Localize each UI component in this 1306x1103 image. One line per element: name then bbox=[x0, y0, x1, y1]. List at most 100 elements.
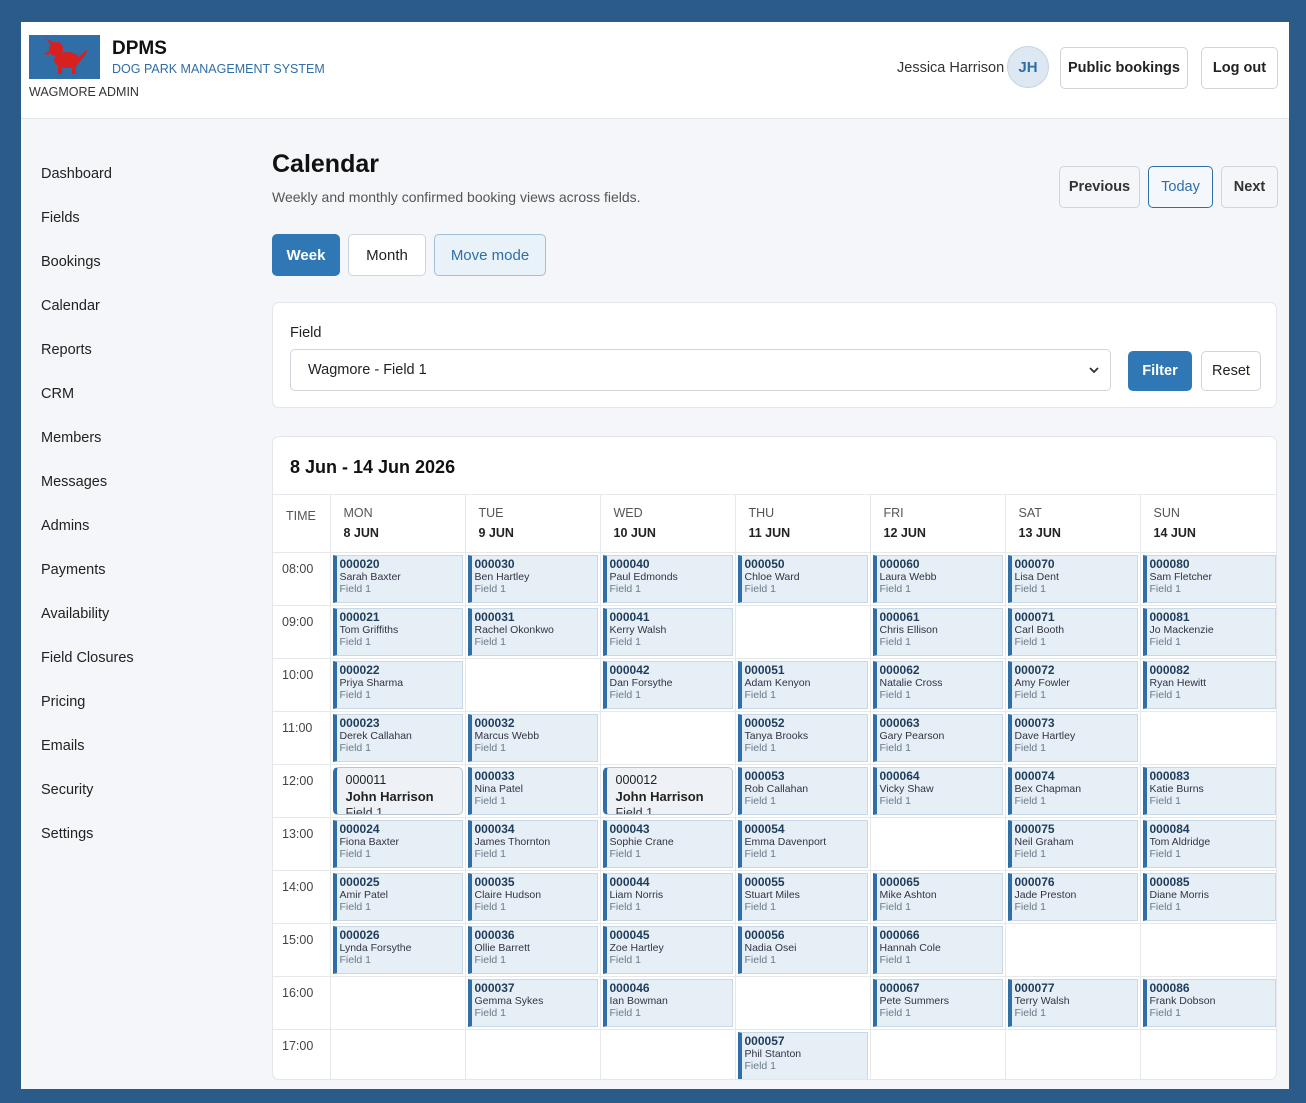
booking-block[interactable]: 000050 Chloe Ward Field 1 bbox=[737, 555, 868, 603]
sidebar-item-emails[interactable]: Emails bbox=[41, 724, 231, 768]
avatar[interactable]: JH bbox=[1007, 46, 1049, 88]
calendar-cell[interactable]: 000045 Zoe Hartley Field 1 bbox=[599, 923, 735, 977]
calendar-cell[interactable]: 000024 Fiona Baxter Field 1 bbox=[329, 817, 465, 871]
calendar-cell[interactable]: 000057 Phil Stanton Field 1 bbox=[734, 1029, 870, 1079]
public-bookings-button[interactable]: Public bookings bbox=[1060, 47, 1188, 89]
booking-block[interactable]: 000030 Ben Hartley Field 1 bbox=[467, 555, 598, 603]
calendar-cell[interactable]: 000055 Stuart Miles Field 1 bbox=[734, 870, 870, 924]
calendar-cell[interactable]: 000052 Tanya Brooks Field 1 bbox=[734, 711, 870, 765]
calendar-cell[interactable]: 000040 Paul Edmonds Field 1 bbox=[599, 552, 735, 606]
filter-button[interactable]: Filter bbox=[1128, 351, 1192, 391]
calendar-cell[interactable]: 000083 Katie Burns Field 1 bbox=[1139, 764, 1276, 818]
calendar-cell[interactable]: 000072 Amy Fowler Field 1 bbox=[1004, 658, 1140, 712]
booking-block[interactable]: 000022 Priya Sharma Field 1 bbox=[332, 661, 463, 709]
booking-block[interactable]: 000041 Kerry Walsh Field 1 bbox=[602, 608, 733, 656]
booking-block[interactable]: 000066 Hannah Cole Field 1 bbox=[872, 926, 1003, 974]
calendar-cell[interactable]: 000037 Gemma Sykes Field 1 bbox=[464, 976, 600, 1030]
move-mode-button[interactable]: Move mode bbox=[434, 234, 546, 276]
booking-block[interactable]: 000052 Tanya Brooks Field 1 bbox=[737, 714, 868, 762]
booking-block[interactable]: 000067 Pete Summers Field 1 bbox=[872, 979, 1003, 1027]
booking-block[interactable]: 000035 Claire Hudson Field 1 bbox=[467, 873, 598, 921]
calendar-cell[interactable]: 000053 Rob Callahan Field 1 bbox=[734, 764, 870, 818]
today-button[interactable]: Today bbox=[1148, 166, 1213, 208]
calendar-cell[interactable] bbox=[464, 1029, 600, 1079]
booking-block[interactable]: 000021 Tom Griffiths Field 1 bbox=[332, 608, 463, 656]
booking-block[interactable]: 000054 Emma Davenport Field 1 bbox=[737, 820, 868, 868]
calendar-cell[interactable]: 000080 Sam Fletcher Field 1 bbox=[1139, 552, 1276, 606]
calendar-cell[interactable]: 000077 Terry Walsh Field 1 bbox=[1004, 976, 1140, 1030]
calendar-cell[interactable]: 000032 Marcus Webb Field 1 bbox=[464, 711, 600, 765]
calendar-cell[interactable] bbox=[734, 976, 870, 1030]
calendar-cell[interactable]: 000081 Jo Mackenzie Field 1 bbox=[1139, 605, 1276, 659]
calendar-cell[interactable]: 000086 Frank Dobson Field 1 bbox=[1139, 976, 1276, 1030]
calendar-cell[interactable]: 000011 John Harrison Field 1 bbox=[329, 764, 465, 818]
calendar-cell[interactable]: 000023 Derek Callahan Field 1 bbox=[329, 711, 465, 765]
reset-button[interactable]: Reset bbox=[1201, 351, 1261, 391]
booking-block[interactable]: 000043 Sophie Crane Field 1 bbox=[602, 820, 733, 868]
sidebar-item-settings[interactable]: Settings bbox=[41, 812, 231, 856]
booking-block[interactable]: 000044 Liam Norris Field 1 bbox=[602, 873, 733, 921]
calendar-cell[interactable]: 000074 Bex Chapman Field 1 bbox=[1004, 764, 1140, 818]
booking-block[interactable]: 000084 Tom Aldridge Field 1 bbox=[1142, 820, 1276, 868]
sidebar-item-pricing[interactable]: Pricing bbox=[41, 680, 231, 724]
logout-button[interactable]: Log out bbox=[1201, 47, 1278, 89]
calendar-cell[interactable]: 000033 Nina Patel Field 1 bbox=[464, 764, 600, 818]
booking-block[interactable]: 000011 John Harrison Field 1 bbox=[332, 767, 463, 815]
calendar-cell[interactable] bbox=[734, 605, 870, 659]
sidebar-item-fields[interactable]: Fields bbox=[41, 196, 231, 240]
booking-block[interactable]: 000036 Ollie Barrett Field 1 bbox=[467, 926, 598, 974]
booking-block[interactable]: 000060 Laura Webb Field 1 bbox=[872, 555, 1003, 603]
booking-block[interactable]: 000023 Derek Callahan Field 1 bbox=[332, 714, 463, 762]
calendar-cell[interactable]: 000043 Sophie Crane Field 1 bbox=[599, 817, 735, 871]
calendar-cell[interactable]: 000020 Sarah Baxter Field 1 bbox=[329, 552, 465, 606]
sidebar-item-messages[interactable]: Messages bbox=[41, 460, 231, 504]
previous-button[interactable]: Previous bbox=[1059, 166, 1140, 208]
field-select[interactable]: Wagmore - Field 1 bbox=[290, 349, 1111, 391]
sidebar-item-crm[interactable]: CRM bbox=[41, 372, 231, 416]
booking-block[interactable]: 000031 Rachel Okonkwo Field 1 bbox=[467, 608, 598, 656]
calendar-cell[interactable] bbox=[1004, 1029, 1140, 1079]
calendar-cell[interactable]: 000060 Laura Webb Field 1 bbox=[869, 552, 1005, 606]
calendar-cell[interactable]: 000030 Ben Hartley Field 1 bbox=[464, 552, 600, 606]
booking-block[interactable]: 000045 Zoe Hartley Field 1 bbox=[602, 926, 733, 974]
calendar-cell[interactable]: 000067 Pete Summers Field 1 bbox=[869, 976, 1005, 1030]
booking-block[interactable]: 000071 Carl Booth Field 1 bbox=[1007, 608, 1138, 656]
booking-block[interactable]: 000081 Jo Mackenzie Field 1 bbox=[1142, 608, 1276, 656]
booking-block[interactable]: 000065 Mike Ashton Field 1 bbox=[872, 873, 1003, 921]
calendar-cell[interactable] bbox=[464, 658, 600, 712]
calendar-cell[interactable]: 000084 Tom Aldridge Field 1 bbox=[1139, 817, 1276, 871]
booking-block[interactable]: 000083 Katie Burns Field 1 bbox=[1142, 767, 1276, 815]
week-view-button[interactable]: Week bbox=[272, 234, 340, 276]
calendar-cell[interactable]: 000065 Mike Ashton Field 1 bbox=[869, 870, 1005, 924]
booking-block[interactable]: 000082 Ryan Hewitt Field 1 bbox=[1142, 661, 1276, 709]
booking-block[interactable]: 000072 Amy Fowler Field 1 bbox=[1007, 661, 1138, 709]
calendar-cell[interactable]: 000051 Adam Kenyon Field 1 bbox=[734, 658, 870, 712]
calendar-cell[interactable]: 000082 Ryan Hewitt Field 1 bbox=[1139, 658, 1276, 712]
calendar-cell[interactable] bbox=[599, 711, 735, 765]
calendar-cell[interactable] bbox=[1139, 923, 1276, 977]
calendar-cell[interactable] bbox=[869, 1029, 1005, 1079]
calendar-cell[interactable]: 000036 Ollie Barrett Field 1 bbox=[464, 923, 600, 977]
booking-block[interactable]: 000033 Nina Patel Field 1 bbox=[467, 767, 598, 815]
calendar-cell[interactable]: 000071 Carl Booth Field 1 bbox=[1004, 605, 1140, 659]
calendar-cell[interactable]: 000054 Emma Davenport Field 1 bbox=[734, 817, 870, 871]
booking-block[interactable]: 000042 Dan Forsythe Field 1 bbox=[602, 661, 733, 709]
calendar-cell[interactable] bbox=[1004, 923, 1140, 977]
sidebar-item-payments[interactable]: Payments bbox=[41, 548, 231, 592]
sidebar-item-members[interactable]: Members bbox=[41, 416, 231, 460]
calendar-cell[interactable]: 000064 Vicky Shaw Field 1 bbox=[869, 764, 1005, 818]
booking-block[interactable]: 000086 Frank Dobson Field 1 bbox=[1142, 979, 1276, 1027]
booking-block[interactable]: 000037 Gemma Sykes Field 1 bbox=[467, 979, 598, 1027]
booking-block[interactable]: 000020 Sarah Baxter Field 1 bbox=[332, 555, 463, 603]
calendar-cell[interactable]: 000044 Liam Norris Field 1 bbox=[599, 870, 735, 924]
calendar-cell[interactable]: 000073 Dave Hartley Field 1 bbox=[1004, 711, 1140, 765]
booking-block[interactable]: 000062 Natalie Cross Field 1 bbox=[872, 661, 1003, 709]
booking-block[interactable]: 000024 Fiona Baxter Field 1 bbox=[332, 820, 463, 868]
booking-block[interactable]: 000046 Ian Bowman Field 1 bbox=[602, 979, 733, 1027]
booking-block[interactable]: 000056 Nadia Osei Field 1 bbox=[737, 926, 868, 974]
calendar-cell[interactable] bbox=[599, 1029, 735, 1079]
calendar-cell[interactable]: 000034 James Thornton Field 1 bbox=[464, 817, 600, 871]
booking-block[interactable]: 000051 Adam Kenyon Field 1 bbox=[737, 661, 868, 709]
booking-block[interactable]: 000061 Chris Ellison Field 1 bbox=[872, 608, 1003, 656]
booking-block[interactable]: 000074 Bex Chapman Field 1 bbox=[1007, 767, 1138, 815]
